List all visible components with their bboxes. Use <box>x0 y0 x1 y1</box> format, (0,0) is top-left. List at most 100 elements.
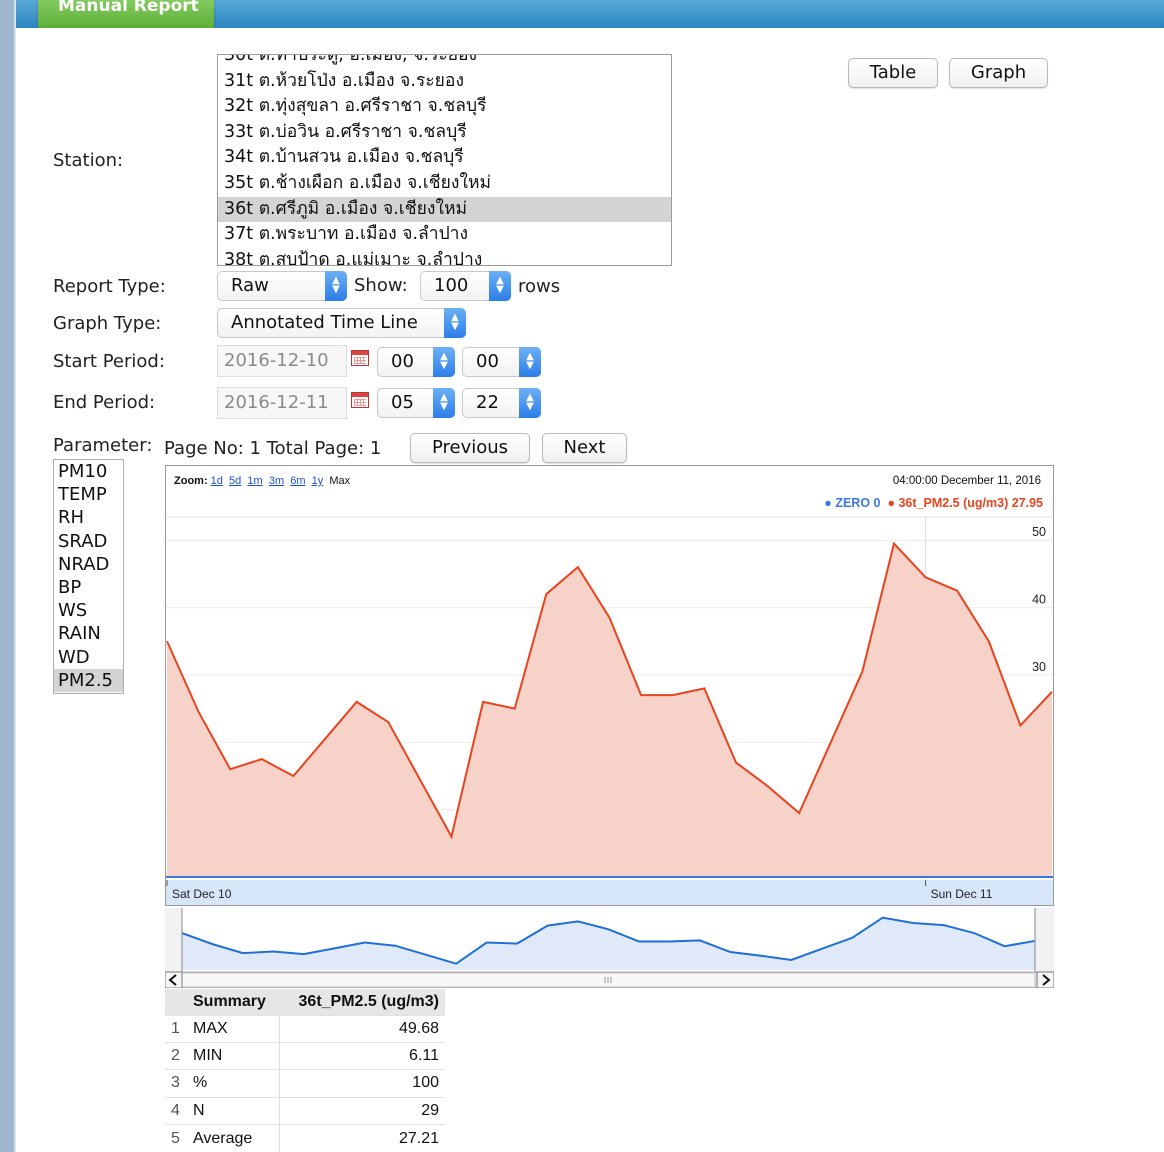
show-label: Show: <box>354 275 408 296</box>
scroll-left-button <box>165 971 183 988</box>
parameter-option[interactable]: RAIN <box>54 622 123 645</box>
summary-row: 4 N 29 <box>165 1096 445 1125</box>
graph-type-select[interactable]: Annotated Time Line ▲ ▼ <box>217 308 466 338</box>
station-option[interactable]: 30t ต.ท่าประดู่, อ.เมือง, จ.ระยอง <box>218 55 671 69</box>
summary-cell-stat: Average <box>187 1124 280 1152</box>
summary-index-header <box>165 989 187 1015</box>
summary-cell-value: 29 <box>279 1096 445 1125</box>
start-date-input[interactable]: 2016-12-10 <box>217 345 347 377</box>
summary-cell-value: 6.11 <box>279 1041 445 1070</box>
station-option[interactable]: 37t ต.พระบาท อ.เมือง จ.ลำปาง <box>218 222 671 248</box>
start-minute-select[interactable]: 00 ▲ ▼ <box>462 347 541 377</box>
report-type-value: Raw <box>231 275 269 296</box>
summary-row: 3% 100 <box>165 1069 445 1098</box>
station-option[interactable]: 36t ต.ศรีภูมิ อ.เมือง จ.เชียงใหม่ <box>218 196 671 223</box>
start-minute-value: 00 <box>476 351 499 372</box>
end-date-input[interactable]: 2016-12-11 <box>217 387 347 419</box>
report-type-label: Report Type: <box>53 276 166 297</box>
zoom-1y-link[interactable]: 1y <box>312 475 324 487</box>
end-period-label: End Period: <box>53 392 156 413</box>
parameter-option[interactable]: RH <box>54 506 123 529</box>
summary-cell-stat: % <box>187 1069 280 1098</box>
parameter-listbox[interactable]: PM10 TEMP RH SRAD NRAD BP WS RAIN WD PM2.5 <box>53 459 124 694</box>
summary-header-row: Summary 36t_PM2.5 (ug/m3) <box>165 989 445 1015</box>
zoom-bar: Zoom: 1d 5d 1m 3m 6m 1y Max <box>174 475 350 487</box>
station-option[interactable]: 32t ต.ทุ่งสุขลา อ.ศรีราชา จ.ชลบุรี <box>218 94 671 120</box>
zoom-5d-link[interactable]: 5d <box>229 475 241 487</box>
annotated-time-line-chart[interactable]: 01020304050Sat Dec 10Sun Dec 11 Zoom: 1d… <box>165 465 1054 906</box>
chevron-updown-icon: ▲ ▼ <box>433 388 455 418</box>
report-type-select[interactable]: Raw ▲ ▼ <box>217 271 347 301</box>
start-hour-select[interactable]: 00 ▲ ▼ <box>377 347 455 377</box>
station-option[interactable]: 31t ต.ห้วยโป่ง อ.เมือง จ.ระยอง <box>218 69 671 95</box>
parameter-option[interactable]: PM2.5 <box>54 668 123 692</box>
zoom-1d-link[interactable]: 1d <box>211 475 223 487</box>
chevron-updown-icon: ▲ ▼ <box>519 388 541 418</box>
left-border <box>0 0 14 1152</box>
end-hour-select[interactable]: 05 ▲ ▼ <box>377 388 455 418</box>
summary-cell-idx: 5 <box>165 1124 187 1152</box>
previous-button[interactable]: Previous <box>410 433 530 463</box>
end-minute-select[interactable]: 22 ▲ ▼ <box>462 388 541 418</box>
chevron-updown-icon: ▲ ▼ <box>489 271 511 301</box>
parameter-option[interactable]: SRAD <box>54 530 123 553</box>
parameter-option[interactable]: NRAD <box>54 553 123 576</box>
parameter-option[interactable]: TEMP <box>54 483 123 506</box>
chevron-updown-icon: ▲ ▼ <box>444 308 466 338</box>
calendar-icon[interactable] <box>351 350 369 366</box>
summary-series-header: 36t_PM2.5 (ug/m3) <box>279 989 445 1015</box>
show-rows-select[interactable]: 100 ▲ ▼ <box>420 271 511 301</box>
start-hour-value: 00 <box>391 351 414 372</box>
parameter-option[interactable]: WS <box>54 599 123 622</box>
zoom-max-label[interactable]: Max <box>329 475 350 487</box>
chevron-updown-icon: ▲ ▼ <box>519 347 541 377</box>
zoom-1m-link[interactable]: 1m <box>247 475 262 487</box>
station-option[interactable]: 38t ต.สบป้าด อ.แม่เมาะ จ.ลำปาง <box>218 248 671 265</box>
zoom-label: Zoom: <box>174 475 208 487</box>
summary-header: Summary <box>187 989 279 1015</box>
graph-button[interactable]: Graph <box>949 58 1048 88</box>
station-label: Station: <box>53 150 124 171</box>
calendar-icon[interactable] <box>351 392 369 408</box>
station-option[interactable]: 33t ต.บ่อวิน อ.ศรีราชา จ.ชลบุรี <box>218 120 671 146</box>
zoom-3m-link[interactable]: 3m <box>269 475 284 487</box>
show-rows-value: 100 <box>434 275 469 296</box>
scroll-right-button <box>1036 971 1054 988</box>
parameter-option[interactable]: WD <box>54 646 123 669</box>
summary-row: 5 Average 27.21 <box>165 1124 445 1152</box>
parameter-label: Parameter: <box>53 435 153 456</box>
range-navigator[interactable] <box>165 906 1054 988</box>
station-option[interactable]: 34t ต.บ้านสวน อ.เมือง จ.ชลบุรี <box>218 145 671 171</box>
y-tick-label: 50 <box>1032 525 1046 539</box>
y-tick-label: 40 <box>1032 593 1046 607</box>
summary-cell-value: 100 <box>279 1069 445 1098</box>
tab-manual-report[interactable]: Manual Report <box>38 0 214 28</box>
station-option[interactable]: 35t ต.ช้างเผือก อ.เมือง จ.เชียงใหม่ <box>218 171 671 197</box>
x-axis-band <box>166 880 1053 905</box>
summary-cell-idx: 3 <box>165 1069 187 1098</box>
next-button[interactable]: Next <box>542 433 627 463</box>
summary-row: 1 MAX 49.68 <box>165 1014 445 1043</box>
station-listbox[interactable]: 30t ต.ท่าประดู่, อ.เมือง, จ.ระยอง 31t ต.ห… <box>217 54 672 266</box>
legend-zero: ZERO 0 <box>835 496 881 510</box>
legend-zero-dot: ● <box>824 496 832 510</box>
table-button[interactable]: Table <box>848 58 938 88</box>
parameter-option[interactable]: BP <box>54 576 123 599</box>
summary-cell-idx: 2 <box>165 1041 187 1070</box>
chart-svg[interactable]: 01020304050Sat Dec 10Sun Dec 11 <box>166 466 1053 905</box>
parameter-option[interactable]: PM10 <box>54 460 123 483</box>
navigator-right-mask <box>1035 908 1054 972</box>
end-hour-value: 05 <box>391 392 414 413</box>
y-tick-label: 30 <box>1032 660 1046 674</box>
x-tick-label: Sat Dec 10 <box>172 887 232 901</box>
summary-cell-value: 49.68 <box>279 1014 445 1043</box>
left-border-highlight <box>14 0 16 1152</box>
summary-cell-idx: 1 <box>165 1014 187 1043</box>
chart-legend: ● ZERO 0 ● 36t_PM2.5 (ug/m3) 27.95 <box>824 496 1043 510</box>
chevron-updown-icon: ▲ ▼ <box>325 271 347 301</box>
zoom-6m-link[interactable]: 6m <box>290 475 305 487</box>
summary-cell-stat: MAX <box>187 1014 280 1043</box>
navigator-svg[interactable] <box>165 906 1054 988</box>
summary-cell-stat: N <box>187 1096 280 1125</box>
rows-label: rows <box>518 276 561 297</box>
